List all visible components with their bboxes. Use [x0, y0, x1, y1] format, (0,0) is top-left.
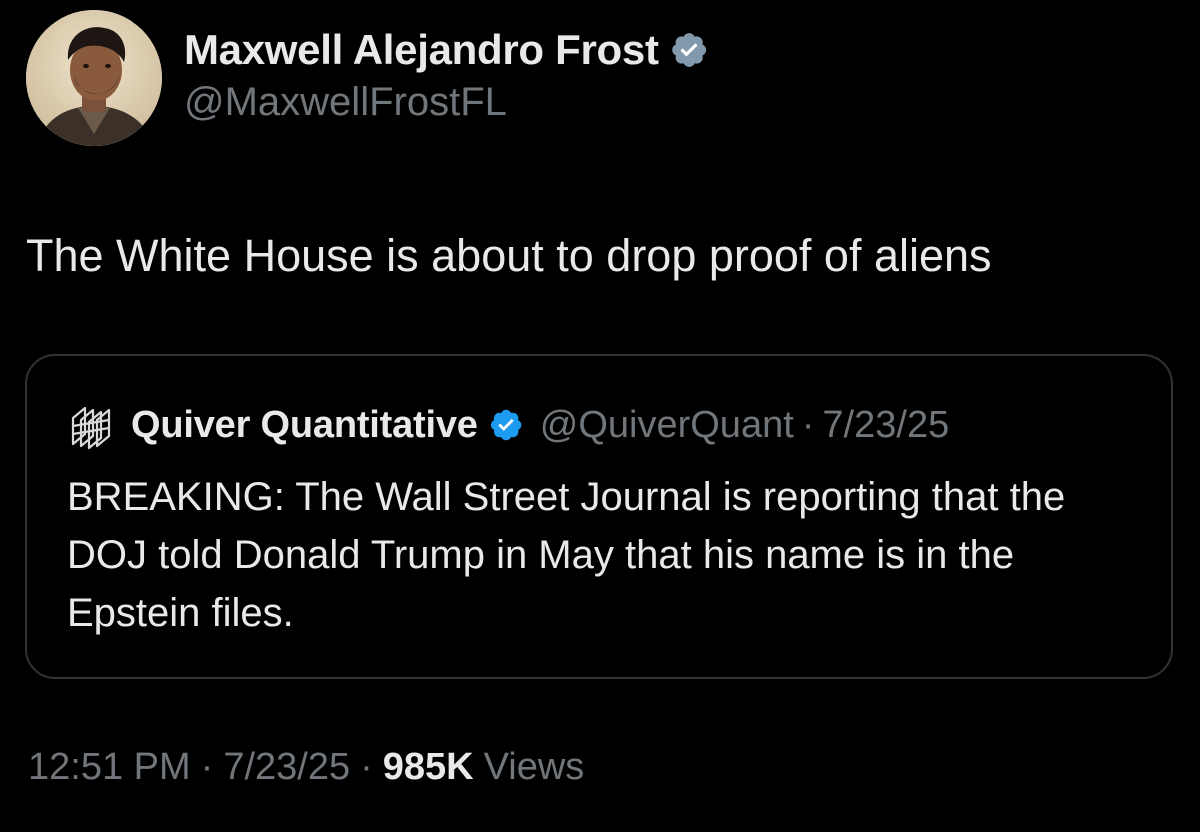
author-handle[interactable]: @MaxwellFrostFL — [184, 80, 507, 125]
quoted-tweet-header: Quiver Quantitative @QuiverQuant · 7/23/… — [67, 396, 949, 454]
quoted-tweet-text: BREAKING: The Wall Street Journal is rep… — [67, 475, 1066, 635]
author-name-row: Maxwell Alejandro Frost — [184, 22, 709, 78]
user-avatar-photo — [26, 10, 162, 146]
quoted-tweet-date[interactable]: 7/23/25 — [822, 404, 949, 447]
tweet-meta: 12:51 PM · 7/23/25 · 985K Views — [28, 746, 584, 789]
views-label[interactable]: Views — [484, 746, 585, 789]
tweet: Maxwell Alejandro Frost @MaxwellFrostFL … — [0, 0, 1200, 832]
tweet-text: The White House is about to drop proof o… — [26, 230, 992, 281]
verified-badge-icon[interactable] — [488, 407, 524, 443]
author-name[interactable]: Maxwell Alejandro Frost — [184, 26, 659, 74]
quoted-author-handle[interactable]: @QuiverQuant — [540, 404, 794, 447]
quoted-author-name[interactable]: Quiver Quantitative — [131, 404, 478, 447]
views-count[interactable]: 985K — [383, 746, 474, 789]
quoted-tweet-card[interactable]: Quiver Quantitative @QuiverQuant · 7/23/… — [25, 354, 1173, 679]
author-avatar[interactable] — [26, 10, 162, 146]
dot-separator: · — [801, 403, 815, 446]
tweet-date[interactable]: 7/23/25 — [223, 746, 350, 789]
quiver-logo-icon — [71, 406, 111, 450]
verified-badge-icon[interactable] — [669, 30, 709, 70]
dot-separator: · — [200, 746, 214, 788]
tweet-time[interactable]: 12:51 PM — [28, 746, 191, 789]
dot-separator: · — [360, 746, 373, 788]
